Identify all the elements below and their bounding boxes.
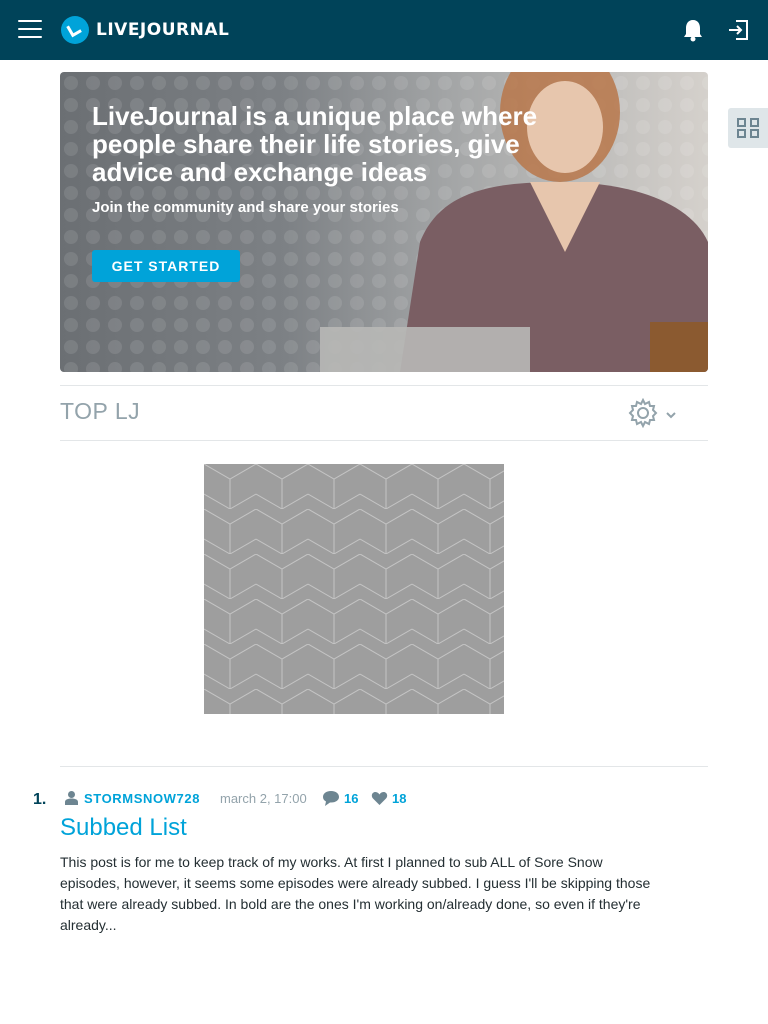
post-author[interactable]: STORMSNOW728 bbox=[64, 790, 200, 806]
hero-title: LiveJournal is a unique place where peop… bbox=[92, 101, 538, 187]
chevron-down-icon bbox=[666, 412, 676, 419]
hero-banner: LiveJournal is a unique place where peop… bbox=[60, 72, 708, 372]
post-excerpt: This post is for me to keep track of my … bbox=[60, 854, 651, 933]
login-icon[interactable] bbox=[726, 18, 750, 42]
post-divider bbox=[60, 766, 708, 767]
bell-icon[interactable] bbox=[682, 18, 704, 42]
heart-icon bbox=[371, 791, 388, 805]
post-author-name: STORMSNOW728 bbox=[84, 790, 201, 806]
post-likes-count: 18 bbox=[392, 790, 407, 806]
post-comments-count: 16 bbox=[344, 791, 359, 806]
settings-dropdown[interactable] bbox=[628, 398, 684, 428]
post-likes[interactable]: 18 bbox=[371, 790, 406, 806]
widgets-icon bbox=[737, 118, 759, 138]
section-divider-top bbox=[60, 385, 708, 386]
comment-icon bbox=[323, 791, 339, 806]
post-rank: 1. bbox=[33, 791, 47, 808]
user-icon bbox=[65, 791, 78, 805]
post-date: march 2, 17:00 bbox=[220, 791, 307, 806]
menu-icon[interactable] bbox=[18, 20, 42, 40]
section-title: TOP LJ bbox=[60, 398, 141, 424]
section-divider-bottom bbox=[60, 440, 708, 441]
post-comments[interactable]: 16 bbox=[322, 790, 358, 807]
ad-placeholder bbox=[204, 464, 504, 714]
logo-text: LIVEJOURNAL bbox=[96, 20, 230, 40]
get-started-button[interactable]: GET STARTED bbox=[92, 250, 240, 282]
widgets-toggle[interactable] bbox=[728, 108, 768, 148]
hero-subtitle: Join the community and share your storie… bbox=[92, 199, 399, 216]
top-navigation-bar: LIVEJOURNAL bbox=[0, 0, 768, 60]
post-title[interactable]: Subbed List bbox=[60, 814, 187, 842]
livejournal-logo-icon bbox=[61, 16, 89, 44]
livejournal-logo[interactable]: LIVEJOURNAL bbox=[60, 14, 229, 46]
gear-icon bbox=[628, 398, 658, 428]
